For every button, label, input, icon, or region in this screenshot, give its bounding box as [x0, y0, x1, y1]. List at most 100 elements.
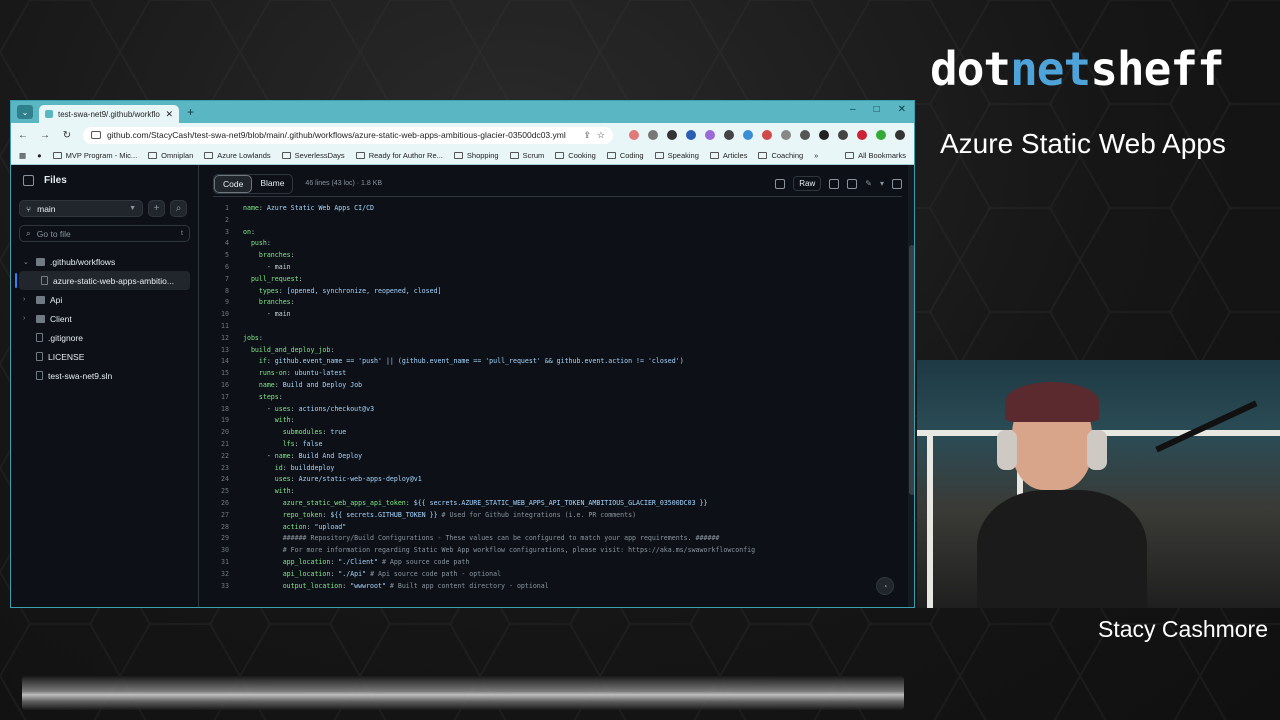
line-number[interactable]: 16	[213, 380, 243, 392]
extension-icon[interactable]	[743, 130, 753, 140]
line-number[interactable]: 22	[213, 451, 243, 463]
edit-pencil-icon[interactable]: ✎	[865, 179, 872, 188]
line-number[interactable]: 5	[213, 250, 243, 262]
bookmark-item[interactable]: Azure Lowlands	[204, 151, 271, 160]
line-number[interactable]: 30	[213, 545, 243, 557]
menu-icon[interactable]	[895, 130, 905, 140]
copilot-icon[interactable]	[775, 178, 786, 189]
line-number[interactable]: 13	[213, 345, 243, 357]
line-number[interactable]: 24	[213, 474, 243, 486]
extension-icon[interactable]	[705, 130, 715, 140]
all-bookmarks[interactable]: All Bookmarks	[845, 151, 906, 160]
line-number[interactable]: 26	[213, 498, 243, 510]
scrollbar-thumb[interactable]	[909, 245, 914, 495]
extension-icon[interactable]	[686, 130, 696, 140]
extension-icon[interactable]	[857, 130, 867, 140]
extension-icon[interactable]	[629, 130, 639, 140]
tab-code[interactable]: Code	[214, 174, 253, 193]
reading-list-icon[interactable]	[838, 130, 848, 140]
line-number[interactable]: 20	[213, 427, 243, 439]
line-number[interactable]: 4	[213, 238, 243, 250]
puzzle-icon[interactable]	[819, 130, 829, 140]
line-number[interactable]: 6	[213, 262, 243, 274]
code-block[interactable]: 1 name: Azure Static Web Apps CI/CD 2 3 on: 4…	[213, 203, 902, 592]
search-button[interactable]: ⌕	[170, 200, 187, 217]
profile-avatar[interactable]	[876, 130, 886, 140]
bookmark-item[interactable]: Omniplan	[148, 151, 193, 160]
line-number[interactable]: 19	[213, 415, 243, 427]
site-info-icon[interactable]	[91, 131, 101, 139]
collapse-panel-icon[interactable]	[23, 175, 34, 186]
tree-item-api[interactable]: › Api	[19, 290, 190, 309]
line-number[interactable]: 21	[213, 439, 243, 451]
tree-item-workflow-file[interactable]: azure-static-web-apps-ambitio...	[15, 271, 190, 290]
line-number[interactable]: 32	[213, 569, 243, 581]
bookmark-item[interactable]: MVP Program - Mic...	[52, 151, 137, 160]
tree-item-gitignore[interactable]: .gitignore	[19, 328, 190, 347]
share-icon[interactable]: ⇪	[583, 130, 591, 141]
line-number[interactable]: 23	[213, 463, 243, 475]
back-icon[interactable]: ←	[17, 130, 29, 141]
line-number[interactable]: 10	[213, 309, 243, 321]
extension-icon[interactable]	[648, 130, 658, 140]
bookmark-item[interactable]: Articles	[709, 151, 747, 160]
extension-icon[interactable]	[667, 130, 677, 140]
line-number[interactable]: 9	[213, 297, 243, 309]
extension-icon[interactable]	[724, 130, 734, 140]
line-number[interactable]: 11	[213, 321, 243, 333]
close-window-button[interactable]: ✕	[898, 104, 906, 115]
reload-icon[interactable]: ↻	[61, 130, 73, 141]
extension-icon[interactable]	[800, 130, 810, 140]
url-field[interactable]: github.com/StacyCash/test-swa-net9/blob/…	[83, 126, 613, 144]
bookmark-item[interactable]: Cooking	[555, 151, 596, 160]
line-number[interactable]: 17	[213, 392, 243, 404]
extension-icon[interactable]	[781, 130, 791, 140]
maximize-button[interactable]: □	[874, 104, 880, 115]
raw-button[interactable]: Raw	[793, 176, 822, 191]
line-number[interactable]: 29	[213, 533, 243, 545]
more-bookmarks-icon[interactable]: »	[814, 151, 818, 160]
bookmark-item[interactable]: Scrum	[509, 151, 544, 160]
tab-search-button[interactable]: ⌄	[17, 105, 33, 119]
apps-grid-icon[interactable]: ▦	[19, 151, 26, 160]
line-number[interactable]: 18	[213, 404, 243, 416]
line-number[interactable]: 15	[213, 368, 243, 380]
bookmark-item[interactable]: Shopping	[453, 151, 499, 160]
extension-icon[interactable]	[762, 130, 772, 140]
copilot-chat-icon[interactable]: ◔	[876, 577, 894, 595]
minimize-button[interactable]: –	[850, 104, 856, 115]
line-number[interactable]: 7	[213, 274, 243, 286]
line-number[interactable]: 27	[213, 510, 243, 522]
symbols-panel-icon[interactable]	[892, 178, 902, 189]
bookmark-item[interactable]: SeverlessDays	[281, 151, 345, 160]
line-number[interactable]: 1	[213, 203, 243, 215]
line-number[interactable]: 14	[213, 356, 243, 368]
add-file-button[interactable]: +	[148, 200, 165, 217]
new-tab-button[interactable]: +	[187, 105, 194, 119]
github-icon[interactable]: ●	[37, 151, 42, 160]
bookmark-item[interactable]: Ready for Author Re...	[355, 151, 443, 160]
go-to-file-input[interactable]: ⌕ Go to file t	[19, 225, 190, 242]
bookmark-star-icon[interactable]: ☆	[597, 130, 605, 141]
line-number[interactable]: 12	[213, 333, 243, 345]
line-number[interactable]: 31	[213, 557, 243, 569]
branch-selector[interactable]: ⑂ main ▼	[19, 200, 143, 217]
scrollbar[interactable]	[908, 165, 914, 607]
download-icon[interactable]	[847, 178, 858, 189]
browser-tab[interactable]: test-swa-net9/.github/workflo ✕	[39, 105, 179, 123]
bookmark-item[interactable]: Coding	[606, 151, 644, 160]
line-number[interactable]: 28	[213, 522, 243, 534]
tree-item-sln[interactable]: test-swa-net9.sln	[19, 366, 190, 385]
tree-item-client[interactable]: › Client	[19, 309, 190, 328]
forward-icon[interactable]: →	[39, 130, 51, 141]
copy-icon[interactable]	[829, 178, 840, 189]
line-number[interactable]: 8	[213, 286, 243, 298]
line-number[interactable]: 33	[213, 581, 243, 593]
tab-blame[interactable]: Blame	[252, 175, 292, 193]
close-tab-icon[interactable]: ✕	[165, 109, 173, 120]
bookmark-item[interactable]: Speaking	[654, 151, 699, 160]
tree-item-license[interactable]: LICENSE	[19, 347, 190, 366]
line-number[interactable]: 3	[213, 227, 243, 239]
line-number[interactable]: 25	[213, 486, 243, 498]
tree-item-github-workflows[interactable]: ⌄ .github/workflows	[19, 252, 190, 271]
